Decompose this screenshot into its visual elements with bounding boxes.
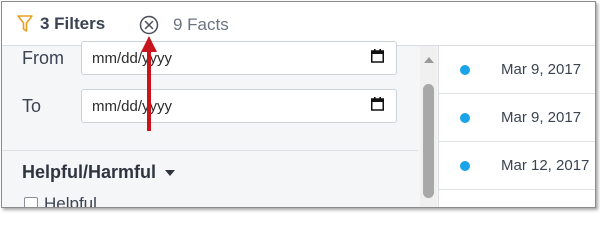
annotation-arrow: [141, 36, 157, 131]
app-frame: 3 Filters 9 Facts From mm/dd/yyyy To mm/…: [1, 1, 596, 208]
